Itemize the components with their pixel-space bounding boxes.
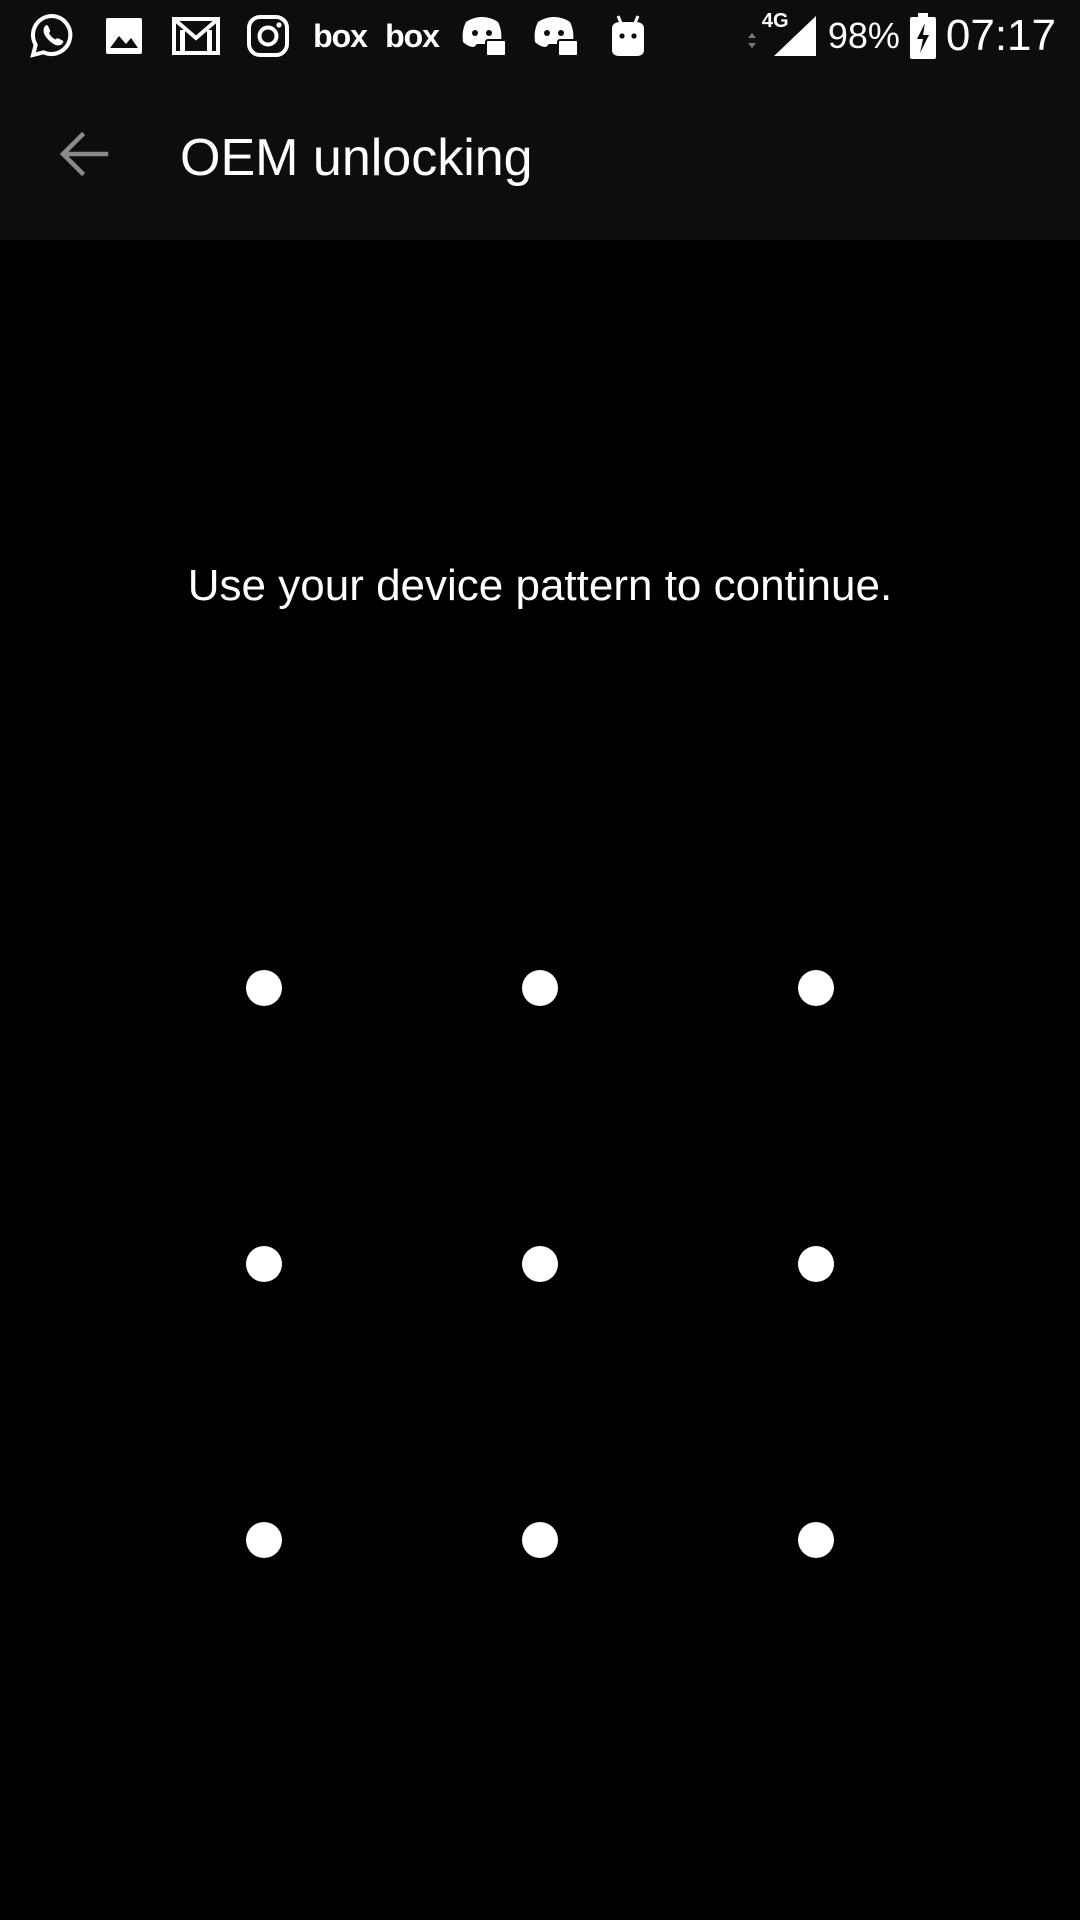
page-title: OEM unlocking <box>180 129 533 187</box>
dot-icon <box>246 1522 282 1558</box>
box-icon: box <box>385 12 440 60</box>
dot-icon <box>798 1246 834 1282</box>
cell-signal-icon <box>773 16 816 56</box>
arrow-left-icon <box>59 131 109 177</box>
status-bar: box box 4G 98% 07:17 <box>0 0 1080 72</box>
pattern-dot-1[interactable] <box>204 928 324 1048</box>
instagram-icon <box>242 12 294 60</box>
clock: 07:17 <box>945 11 1056 60</box>
whatsapp-icon <box>26 12 78 60</box>
discord-icon <box>530 12 582 60</box>
dot-icon <box>522 1246 558 1282</box>
back-button[interactable] <box>44 114 124 194</box>
pattern-dot-5[interactable] <box>480 1204 600 1324</box>
pattern-dot-3[interactable] <box>756 928 876 1048</box>
gallery-icon <box>98 12 150 60</box>
signal-indicator: 4G <box>742 10 818 60</box>
gmail-icon <box>170 12 222 60</box>
pattern-prompt: Use your device pattern to continue. <box>187 561 893 610</box>
notification-icons: box box <box>26 12 654 60</box>
battery-percent: 98% <box>827 15 900 56</box>
pattern-dot-4[interactable] <box>204 1204 324 1324</box>
pattern-lock-grid[interactable] <box>126 850 954 1678</box>
dot-icon <box>246 970 282 1006</box>
screen: box box 4G 98% 07:17 OEM unlocking Use y… <box>0 0 1080 1920</box>
discord-icon <box>458 12 510 60</box>
pattern-dot-2[interactable] <box>480 928 600 1048</box>
status-indicators: 4G 98% 07:17 <box>742 10 1056 62</box>
dot-icon <box>246 1246 282 1282</box>
box-icon-label: box <box>385 17 440 54</box>
android-icon <box>602 12 654 60</box>
box-icon: box <box>313 12 368 60</box>
dot-icon <box>798 970 834 1006</box>
pattern-dot-8[interactable] <box>480 1480 600 1600</box>
pattern-dot-6[interactable] <box>756 1204 876 1324</box>
box-icon-label: box <box>313 17 368 54</box>
dot-icon <box>798 1522 834 1558</box>
dot-icon <box>522 1522 558 1558</box>
battery-charging-icon <box>909 13 936 59</box>
pattern-dot-7[interactable] <box>204 1480 324 1600</box>
dot-icon <box>522 970 558 1006</box>
pattern-dot-9[interactable] <box>756 1480 876 1600</box>
toolbar: OEM unlocking <box>0 72 1080 240</box>
